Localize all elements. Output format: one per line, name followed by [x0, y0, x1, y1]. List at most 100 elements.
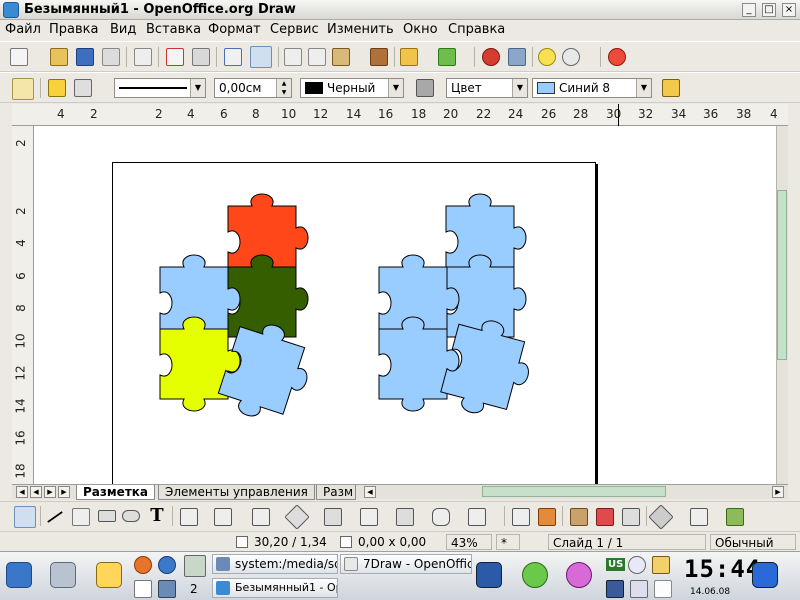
line-tool-icon[interactable]: [47, 511, 63, 523]
cut-icon[interactable]: [284, 48, 302, 66]
edit-file-icon[interactable]: [134, 48, 152, 66]
task-untitled-draw[interactable]: Безымянный1 - Ope: [212, 578, 338, 598]
keyboard-layout-indicator[interactable]: US: [606, 558, 626, 571]
fontwork-icon[interactable]: [570, 508, 588, 526]
line-width-field[interactable]: 0,00см ▲ ▼: [214, 78, 292, 98]
desktop-pager-icon[interactable]: [184, 555, 206, 577]
menu-window[interactable]: Окно: [403, 22, 438, 37]
line-style-select[interactable]: ▼: [114, 78, 206, 98]
removable-drive-icon[interactable]: [522, 562, 548, 588]
chat-icon[interactable]: [628, 556, 646, 574]
print-icon[interactable]: [192, 48, 210, 66]
system-icon[interactable]: [50, 562, 76, 588]
new-document-icon[interactable]: [10, 48, 28, 66]
zoom-level[interactable]: 43%: [446, 534, 492, 550]
line-icon[interactable]: [48, 79, 66, 97]
puzzle-piece-yellow[interactable]: [159, 316, 241, 412]
clock[interactable]: 15:44: [684, 555, 761, 583]
draw-app-icon[interactable]: [3, 2, 19, 18]
area-style-select[interactable]: Цвет ▼: [446, 78, 528, 98]
line-color-select[interactable]: Черный ▼: [300, 78, 404, 98]
notes-icon[interactable]: [652, 556, 670, 574]
drawing-canvas[interactable]: [34, 126, 776, 484]
undo-icon[interactable]: [400, 48, 418, 66]
area-fill-icon[interactable]: [416, 79, 434, 97]
menu-view[interactable]: Вид: [110, 22, 136, 37]
zoom-icon[interactable]: [562, 48, 580, 66]
minimize-button[interactable]: _: [742, 3, 756, 17]
effects-icon[interactable]: [648, 504, 674, 530]
puzzle-piece-blue[interactable]: [378, 316, 460, 412]
format-paintbrush-icon[interactable]: [370, 48, 388, 66]
styles-formatting-icon[interactable]: [12, 78, 34, 100]
navigator-icon[interactable]: [508, 48, 526, 66]
kde-menu-icon[interactable]: [6, 562, 32, 588]
export-pdf-icon[interactable]: [166, 48, 184, 66]
task-draw-openoffice[interactable]: 7Draw - OpenOffic: [340, 554, 472, 574]
pager-desktop-active[interactable]: [158, 580, 176, 598]
prev-tab-button[interactable]: ◀: [30, 486, 42, 498]
spin-icon[interactable]: ▲ ▼: [276, 79, 291, 97]
email-icon[interactable]: [102, 48, 120, 66]
thunderbird-icon[interactable]: [158, 556, 176, 574]
text-tool-icon[interactable]: T: [148, 507, 166, 525]
gallery-icon[interactable]: [538, 48, 556, 66]
paste-icon[interactable]: [332, 48, 350, 66]
vertical-ruler[interactable]: 2 2 4 6 8 10 12 14 16 18: [12, 126, 34, 484]
line-arrow-tool-icon[interactable]: [72, 508, 90, 526]
glue-points-icon[interactable]: [538, 508, 556, 526]
rectangle-tool-icon[interactable]: [98, 510, 116, 522]
connector-tool-icon[interactable]: [214, 508, 232, 526]
help-icon[interactable]: [608, 48, 626, 66]
flowchart-icon[interactable]: [396, 508, 414, 526]
spellcheck-icon[interactable]: [224, 48, 242, 66]
menu-modify[interactable]: Изменить: [327, 22, 394, 37]
volume-icon[interactable]: [654, 580, 672, 598]
trash-icon[interactable]: [752, 562, 778, 588]
tab-controls[interactable]: Элементы управления: [158, 485, 315, 500]
first-tab-button[interactable]: ◀: [16, 486, 28, 498]
arrow-style-icon[interactable]: [74, 79, 92, 97]
callouts-icon[interactable]: [432, 508, 450, 526]
area-color-select[interactable]: Синий 8 ▼: [532, 78, 652, 98]
clipboard-icon[interactable]: [630, 580, 648, 598]
task-system-media[interactable]: system:/media/sd: [212, 554, 338, 574]
menu-help[interactable]: Справка: [448, 22, 505, 37]
save-disk-icon[interactable]: [476, 562, 502, 588]
points-icon[interactable]: [512, 508, 530, 526]
horizontal-ruler[interactable]: 4 2 2 4 6 8 10 12 14 16 18 20 22 24 26 2…: [12, 104, 788, 126]
menu-insert[interactable]: Вставка: [146, 22, 201, 37]
cd-drive-icon[interactable]: [566, 562, 592, 588]
ellipse-tool-icon[interactable]: [122, 510, 140, 522]
menu-tools[interactable]: Сервис: [270, 22, 319, 37]
next-tab-button[interactable]: ▶: [44, 486, 56, 498]
redo-icon[interactable]: [438, 48, 456, 66]
symbol-shapes-icon[interactable]: [324, 508, 342, 526]
pager-desktop-1[interactable]: [134, 580, 152, 598]
vertical-scroll-thumb[interactable]: [777, 190, 787, 360]
firefox-icon[interactable]: [134, 556, 152, 574]
tab-layout[interactable]: Разметка: [76, 485, 156, 500]
extrusion-icon[interactable]: [622, 508, 640, 526]
curve-tool-icon[interactable]: [180, 508, 198, 526]
chart-icon[interactable]: [482, 48, 500, 66]
shadow-icon[interactable]: [662, 79, 680, 97]
save-icon[interactable]: [76, 48, 94, 66]
block-arrows-icon[interactable]: [360, 508, 378, 526]
horizontal-scroll-thumb[interactable]: [482, 486, 666, 497]
menu-format[interactable]: Формат: [208, 22, 261, 37]
scroll-right-button[interactable]: ▶: [772, 486, 784, 498]
select-arrow-icon[interactable]: [14, 506, 36, 528]
scroll-left-button[interactable]: ◀: [364, 486, 376, 498]
open-folder-icon[interactable]: [50, 48, 68, 66]
menu-file[interactable]: Файл: [5, 22, 41, 37]
close-button[interactable]: ×: [782, 3, 796, 17]
writer-launcher-icon[interactable]: [96, 562, 122, 588]
lines-arrows-tool-icon[interactable]: [252, 508, 270, 526]
stars-icon[interactable]: [468, 508, 486, 526]
last-tab-button[interactable]: ▶: [58, 486, 70, 498]
copy-icon[interactable]: [308, 48, 326, 66]
insert-image-icon[interactable]: [596, 508, 614, 526]
tab-dimension-lines[interactable]: Разм: [316, 485, 356, 500]
maximize-button[interactable]: □: [762, 3, 776, 17]
